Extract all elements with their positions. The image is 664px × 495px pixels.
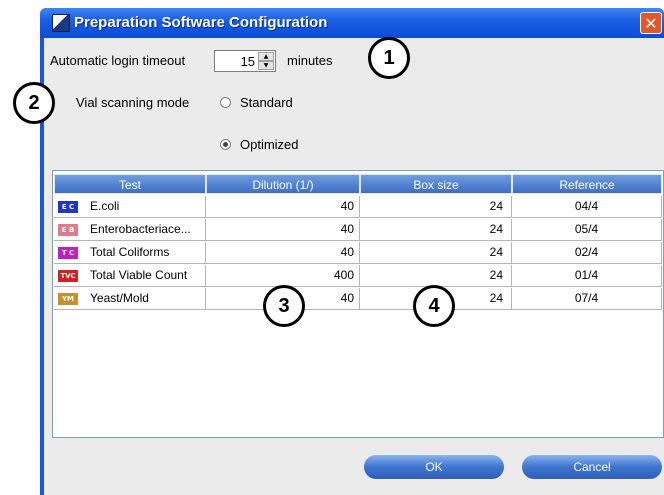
test-name: Total Viable Count [90,268,188,282]
table-row[interactable]: T C Total Coliforms 40 24 02/4 [54,242,664,264]
header-test[interactable]: Test [54,174,206,194]
dilution-cell[interactable]: 400 [206,265,360,287]
app-icon [52,14,70,32]
dilution-cell[interactable]: 40 [206,242,360,264]
reference-cell[interactable]: 01/4 [512,265,662,287]
login-timeout-spinner[interactable]: 15 ▲ ▼ [214,50,276,72]
header-box-size[interactable]: Box size [360,174,512,194]
test-type-icon: T C [58,247,78,259]
radio-standard-label[interactable]: Standard [240,95,293,110]
callout-4: 4 [413,285,455,327]
reference-cell[interactable]: 07/4 [512,288,662,310]
reference-cell[interactable]: 02/4 [512,242,662,264]
reference-cell[interactable]: 04/4 [512,196,662,218]
radio-optimized-label[interactable]: Optimized [240,137,299,152]
vial-mode-label: Vial scanning mode [76,95,190,110]
cancel-button[interactable]: Cancel [522,455,662,479]
callout-1: 1 [368,37,410,79]
callout-2: 2 [13,82,55,124]
window-title: Preparation Software Configuration [74,14,328,31]
radio-standard[interactable] [220,97,231,108]
table-row[interactable]: TVC Total Viable Count 400 24 01/4 [54,265,664,287]
callout-3: 3 [263,285,305,327]
box-size-cell[interactable]: 24 [360,219,512,241]
table-row[interactable]: YM Yeast/Mold 40 24 07/4 [54,288,664,310]
reference-cell[interactable]: 05/4 [512,219,662,241]
test-type-icon: TVC [58,270,78,282]
box-size-cell[interactable]: 24 [360,265,512,287]
radio-optimized[interactable] [220,139,231,150]
close-button[interactable]: ✕ [640,12,662,34]
dilution-cell[interactable]: 40 [206,219,360,241]
test-type-icon: E C [58,201,78,213]
spin-down-button[interactable]: ▼ [258,61,274,70]
login-timeout-value[interactable]: 15 [241,54,255,69]
dilution-cell[interactable]: 40 [206,196,360,218]
spin-up-button[interactable]: ▲ [258,52,274,61]
header-reference[interactable]: Reference [512,174,662,194]
box-size-cell[interactable]: 24 [360,196,512,218]
table-row[interactable]: E B Enterobacteriace... 40 24 05/4 [54,219,664,241]
test-type-icon: E B [58,224,78,236]
login-timeout-label: Automatic login timeout [50,53,186,68]
table-row[interactable]: E C E.coli 40 24 04/4 [54,196,664,218]
box-size-cell[interactable]: 24 [360,242,512,264]
ok-button[interactable]: OK [364,455,504,479]
test-name: Enterobacteriace... [90,222,191,236]
minutes-label: minutes [287,53,333,68]
test-name: Yeast/Mold [90,291,149,305]
test-type-icon: YM [58,293,78,305]
header-dilution[interactable]: Dilution (1/) [206,174,360,194]
test-name: Total Coliforms [90,245,170,259]
test-name: E.coli [90,199,120,213]
